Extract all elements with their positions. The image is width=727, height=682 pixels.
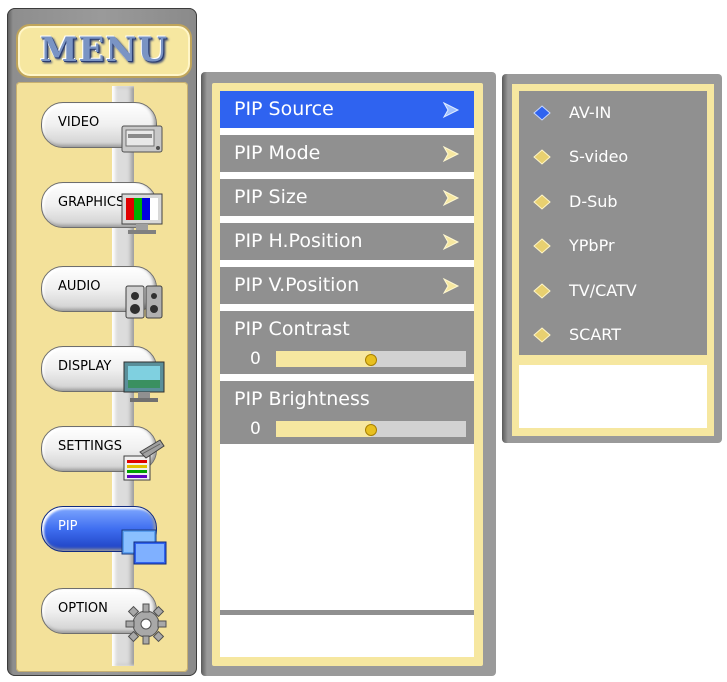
diamond-selected-icon — [533, 105, 551, 121]
menu-item-label: VIDEO — [58, 115, 100, 130]
source-option-scart[interactable]: SCART — [519, 313, 707, 357]
diamond-icon — [533, 238, 551, 254]
diamond-icon — [533, 283, 551, 299]
source-option-ypbpr[interactable]: YPbPr — [519, 224, 707, 268]
video-player-icon — [120, 120, 168, 160]
diamond-icon — [533, 194, 551, 210]
source-option-s-video[interactable]: S-video — [519, 135, 707, 179]
display-monitor-icon — [122, 360, 170, 402]
speaker-icon — [122, 282, 170, 322]
pip-windows-icon — [120, 528, 168, 568]
panel-divider — [220, 610, 474, 615]
pip-item-label: PIP Mode — [234, 142, 321, 164]
contrast-value: 0 — [250, 349, 261, 369]
arrow-right-icon — [442, 145, 460, 163]
panel-divider — [519, 355, 707, 365]
source-option-tv-catv[interactable]: TV/CATV — [519, 269, 707, 313]
settings-tools-icon — [120, 438, 168, 481]
menu-items-panel: VIDEO GRAPHICS AUDIO DISPLAY SETTINGS PI… — [16, 82, 188, 672]
arrow-right-icon — [442, 101, 460, 119]
diamond-icon — [533, 149, 551, 165]
main-menu-panel: MENU VIDEO GRAPHICS AUDIO DISPLAY SETTIN… — [7, 8, 197, 676]
pip-source-panel: AV-IN S-video D-Sub YPbPr TV/CATV SCART — [502, 74, 722, 443]
source-option-label: YPbPr — [569, 236, 615, 255]
slider-knob[interactable] — [365, 354, 377, 366]
pip-item-label: PIP Brightness — [234, 388, 370, 410]
menu-item-label: SETTINGS — [58, 439, 123, 454]
pip-submenu-panel: PIP Source PIP Mode PIP Size PIP H.Posit… — [201, 72, 496, 676]
slider-fill — [276, 421, 371, 437]
pip-source-item[interactable]: PIP Source — [220, 91, 474, 128]
pip-brightness-item[interactable]: PIP Brightness 0 — [220, 381, 474, 444]
pip-h-position-item[interactable]: PIP H.Position — [220, 223, 474, 260]
slider-fill — [276, 351, 371, 367]
source-option-label: TV/CATV — [569, 281, 637, 300]
pip-size-item[interactable]: PIP Size — [220, 179, 474, 216]
diamond-icon — [533, 327, 551, 343]
arrow-right-icon — [442, 233, 460, 251]
pip-item-label: PIP Source — [234, 98, 334, 120]
pip-item-label: PIP V.Position — [234, 274, 360, 296]
arrow-right-icon — [442, 277, 460, 295]
source-option-d-sub[interactable]: D-Sub — [519, 180, 707, 224]
brightness-slider[interactable] — [276, 421, 466, 437]
pip-source-list: AV-IN S-video D-Sub YPbPr TV/CATV SCART — [519, 91, 707, 428]
brightness-value: 0 — [250, 419, 261, 439]
pip-v-position-item[interactable]: PIP V.Position — [220, 267, 474, 304]
contrast-slider[interactable] — [276, 351, 466, 367]
source-option-av-in[interactable]: AV-IN — [519, 91, 707, 135]
menu-title-banner: MENU — [16, 24, 192, 78]
pip-contrast-item[interactable]: PIP Contrast 0 — [220, 311, 474, 374]
arrow-right-icon — [442, 189, 460, 207]
monitor-color-bars-icon — [118, 192, 166, 234]
menu-item-label: PIP — [58, 519, 78, 534]
gear-icon — [124, 602, 172, 645]
pip-source-frame: AV-IN S-video D-Sub YPbPr TV/CATV SCART — [512, 84, 714, 436]
pip-item-label: PIP H.Position — [234, 230, 363, 252]
menu-item-label: GRAPHICS — [58, 195, 125, 210]
slider-knob[interactable] — [365, 424, 377, 436]
pip-submenu-frame: PIP Source PIP Mode PIP Size PIP H.Posit… — [212, 83, 483, 666]
menu-item-label: OPTION — [58, 601, 108, 616]
source-option-label: D-Sub — [569, 192, 618, 211]
menu-item-label: DISPLAY — [58, 359, 112, 374]
pip-item-label: PIP Contrast — [234, 318, 350, 340]
menu-title: MENU — [39, 30, 169, 70]
pip-submenu-list: PIP Source PIP Mode PIP Size PIP H.Posit… — [220, 91, 474, 657]
menu-item-label: AUDIO — [58, 279, 101, 294]
source-option-label: AV-IN — [569, 103, 612, 122]
pip-mode-item[interactable]: PIP Mode — [220, 135, 474, 172]
source-info-area — [519, 365, 707, 428]
source-option-label: SCART — [569, 325, 621, 344]
pip-item-label: PIP Size — [234, 186, 308, 208]
source-option-label: S-video — [569, 147, 629, 166]
